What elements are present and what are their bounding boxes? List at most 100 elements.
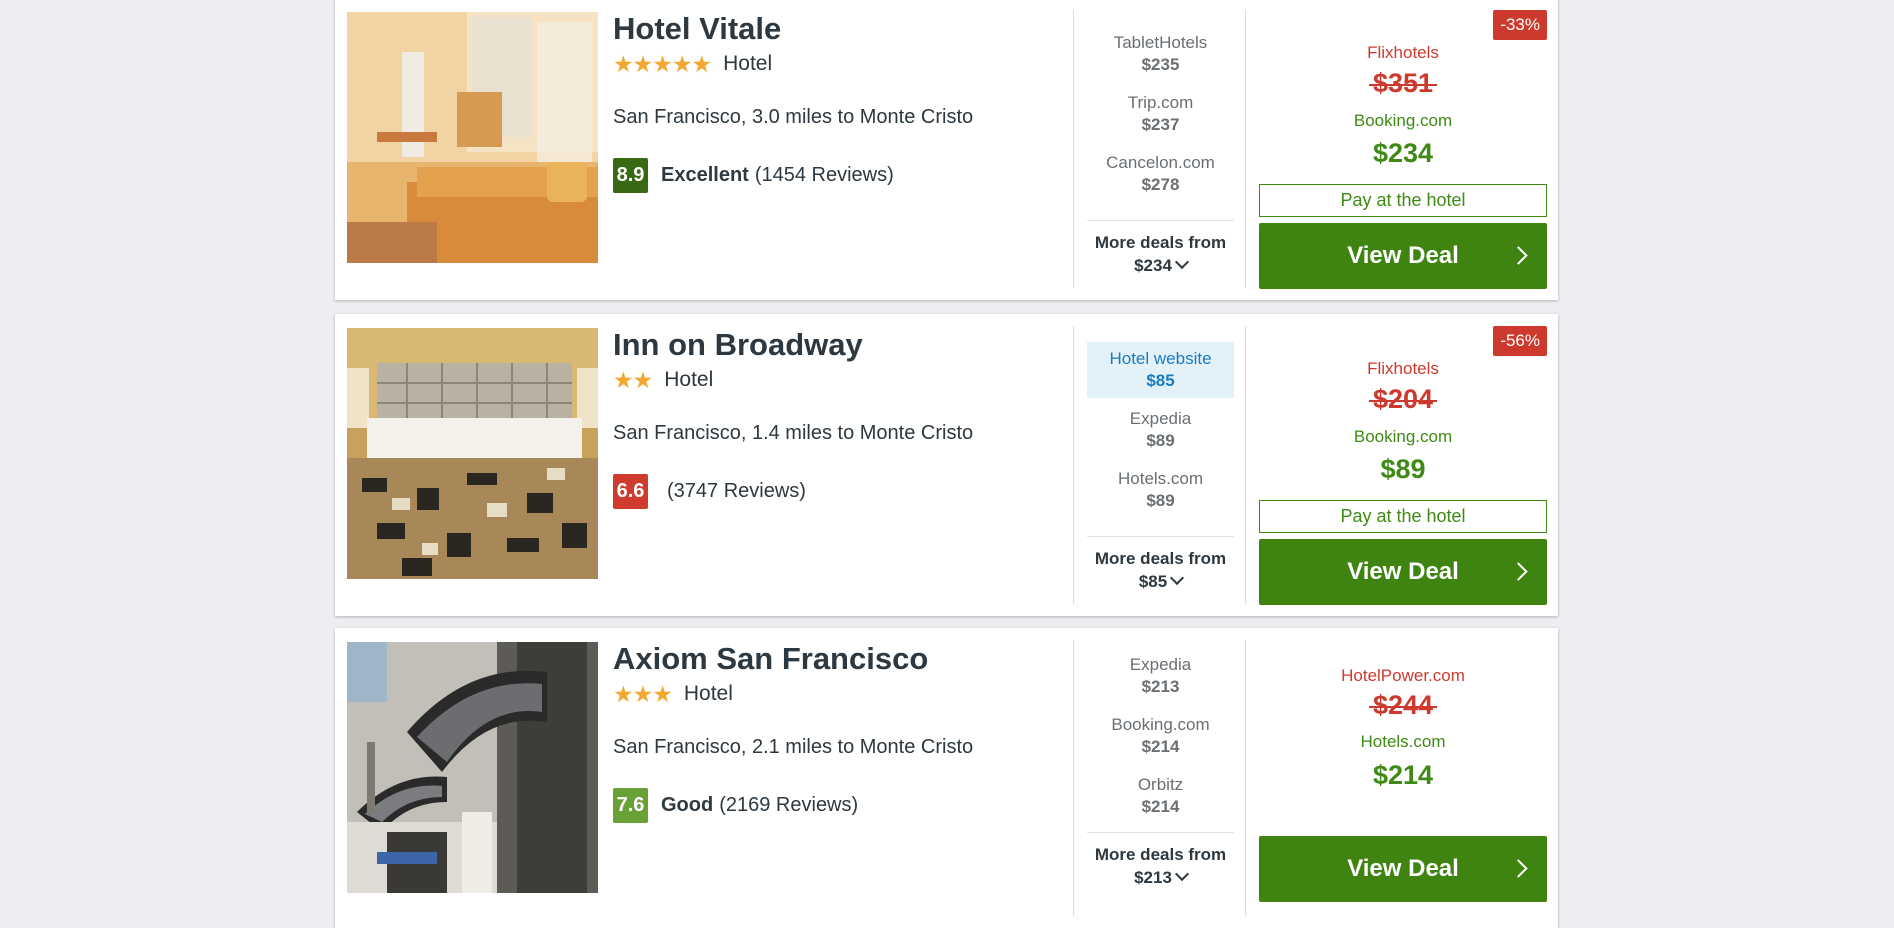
deal-provider: TabletHotels (1113, 33, 1208, 52)
more-deals-price: $234 (1134, 256, 1172, 275)
hotel-photo[interactable] (347, 642, 598, 893)
best-price-provider[interactable]: Booking.com (1259, 111, 1547, 131)
hotel-photo[interactable] (347, 12, 598, 263)
pay-at-hotel-badge: Pay at the hotel (1259, 184, 1547, 217)
view-deal-label: View Deal (1347, 855, 1459, 882)
more-deals-price: $213 (1134, 868, 1172, 887)
chevron-right-icon (1509, 562, 1528, 581)
hotel-card: Inn on Broadway ★★ Hotel San Francisco, … (335, 314, 1558, 616)
old-price: $244 (1259, 690, 1547, 721)
score-badge: 8.9 (613, 157, 648, 193)
more-deals-label: More deals from (1094, 845, 1227, 864)
deal-price: $214 (1141, 737, 1180, 756)
deal-item[interactable]: TabletHotels $235 (1087, 26, 1234, 82)
more-deals-label: More deals from (1094, 549, 1227, 568)
chevron-down-icon (1174, 254, 1189, 270)
divider (1087, 220, 1234, 221)
hotel-photo[interactable] (347, 328, 598, 579)
divider (1245, 10, 1246, 288)
best-price: $234 (1372, 138, 1434, 168)
hotel-card: Hotel Vitale ★★★★★ Hotel San Francisco, … (335, 0, 1558, 300)
hotel-type: Hotel (664, 368, 714, 391)
old-price-provider[interactable]: Flixhotels (1259, 359, 1547, 379)
discount-badge: -33% (1493, 10, 1547, 40)
score-badge: 6.6 (613, 473, 648, 509)
hotel-name[interactable]: Axiom San Francisco (613, 642, 1063, 676)
deal-provider: Trip.com (1127, 93, 1194, 112)
old-price: $351 (1259, 68, 1547, 99)
divider (1073, 640, 1074, 916)
deal-item[interactable]: Hotels.com $89 (1087, 462, 1234, 518)
rating[interactable]: 8.9 Excellent (1454 Reviews) (613, 157, 1063, 193)
divider (1245, 326, 1246, 604)
deal-provider: Cancelon.com (1106, 153, 1215, 172)
hotel-card: Axiom San Francisco ★★★ Hotel San Franci… (335, 628, 1558, 928)
deal-item[interactable]: Cancelon.com $278 (1087, 146, 1234, 202)
hotel-location: San Francisco, 2.1 miles to Monte Cristo (613, 736, 974, 758)
deal-provider: Hotels.com (1117, 469, 1204, 488)
more-deals-button[interactable]: More deals from $85 (1087, 547, 1234, 593)
deal-item[interactable]: Booking.com $214 (1087, 708, 1234, 764)
old-price-provider[interactable]: Flixhotels (1259, 43, 1547, 63)
old-price-value: $204 (1368, 384, 1438, 415)
deal-item[interactable]: Trip.com $237 (1087, 86, 1234, 142)
hotel-location: San Francisco, 1.4 miles to Monte Cristo (613, 422, 974, 444)
more-deals-label: More deals from (1094, 233, 1227, 252)
hotel-type: Hotel (683, 682, 733, 705)
more-deals-price: $85 (1138, 572, 1168, 591)
hotel-name[interactable]: Inn on Broadway (613, 328, 1063, 362)
old-price-provider[interactable]: HotelPower.com (1259, 666, 1547, 686)
hotel-name[interactable]: Hotel Vitale (613, 12, 1063, 46)
best-price-provider[interactable]: Hotels.com (1259, 732, 1547, 752)
deal-price: $237 (1141, 115, 1180, 134)
deal-price: $89 (1146, 491, 1175, 510)
divider (1245, 640, 1246, 916)
chevron-down-icon (1174, 866, 1189, 882)
best-price: $214 (1372, 760, 1434, 790)
hotel-type: Hotel (723, 52, 773, 75)
deal-price: $235 (1141, 55, 1180, 74)
chevron-right-icon (1509, 859, 1528, 878)
rating[interactable]: 7.6 Good (2169 Reviews) (613, 787, 1063, 823)
review-count: (1454 Reviews) (754, 163, 894, 186)
best-price: $89 (1380, 454, 1426, 484)
divider (1073, 10, 1074, 288)
divider (1087, 536, 1234, 537)
more-deals-button[interactable]: More deals from $213 (1087, 843, 1234, 889)
review-count: (2169 Reviews) (719, 793, 859, 816)
star-rating-icon: ★★★★★ (613, 51, 712, 77)
old-price-value: $351 (1368, 68, 1438, 99)
old-price: $204 (1259, 384, 1547, 415)
deal-provider: Hotel website (1109, 349, 1212, 368)
deal-provider: Expedia (1129, 655, 1192, 674)
star-rating-icon: ★★ (613, 367, 653, 393)
rating-word: Good (661, 793, 714, 816)
deal-item[interactable]: Expedia $89 (1087, 402, 1234, 458)
deal-provider: Orbitz (1137, 775, 1184, 794)
deal-price: $85 (1146, 371, 1175, 390)
divider (1073, 326, 1074, 604)
divider (1087, 832, 1234, 833)
review-count: (3747 Reviews) (667, 479, 806, 502)
discount-badge: -56% (1493, 326, 1547, 356)
more-deals-button[interactable]: More deals from $234 (1087, 231, 1234, 277)
deal-item[interactable]: Orbitz $214 (1087, 768, 1234, 824)
view-deal-button[interactable]: View Deal (1259, 223, 1547, 289)
deal-item[interactable]: Expedia $213 (1087, 648, 1234, 704)
rating[interactable]: 6.6 (3747 Reviews) (613, 473, 1063, 509)
view-deal-button[interactable]: View Deal (1259, 539, 1547, 605)
star-rating-icon: ★★★ (613, 681, 673, 707)
old-price-value: $244 (1368, 690, 1438, 721)
pay-at-hotel-badge: Pay at the hotel (1259, 500, 1547, 533)
deal-price: $214 (1141, 797, 1180, 816)
view-deal-button[interactable]: View Deal (1259, 836, 1547, 902)
deal-price: $89 (1146, 431, 1175, 450)
deal-provider: Expedia (1129, 409, 1192, 428)
hotel-location: San Francisco, 3.0 miles to Monte Cristo (613, 106, 974, 128)
chevron-down-icon (1170, 570, 1185, 586)
rating-word: Excellent (661, 163, 749, 186)
view-deal-label: View Deal (1347, 242, 1459, 269)
deal-item-highlighted[interactable]: Hotel website $85 (1087, 342, 1234, 398)
best-price-provider[interactable]: Booking.com (1259, 427, 1547, 447)
view-deal-label: View Deal (1347, 558, 1459, 585)
